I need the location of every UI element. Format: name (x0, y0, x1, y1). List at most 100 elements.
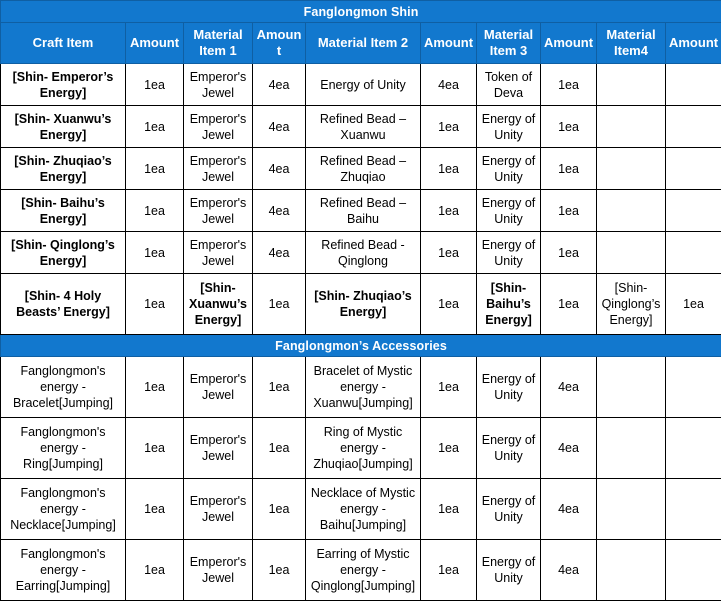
cell-amount-3: 1ea (421, 418, 477, 479)
cell-amount-4: 1ea (541, 190, 597, 232)
table-title-row: Fanglongmon Shin (1, 1, 721, 23)
cell-material-item-1: Emperor's Jewel (184, 418, 253, 479)
cell-material-item-2: Bracelet of Mystic energy - Xuanwu[Jumpi… (306, 357, 421, 418)
cell-craft-item: [Shin- Baihu’s Energy] (1, 190, 126, 232)
column-header-material-item-4: Material Item4 (597, 23, 666, 64)
table-row: [Shin- Baihu’s Energy] 1ea Emperor's Jew… (1, 190, 721, 232)
cell-material-item-1: [Shin- Xuanwu’s Energy] (184, 274, 253, 335)
cell-material-item-2: Earring of Mystic energy - Qinglong[Jump… (306, 540, 421, 601)
cell-material-item-3: Token of Deva (477, 64, 541, 106)
cell-amount-3: 1ea (421, 479, 477, 540)
cell-material-item-1: Emperor's Jewel (184, 232, 253, 274)
cell-amount-5 (666, 418, 721, 479)
cell-amount-5 (666, 190, 721, 232)
cell-amount-2: 4ea (253, 232, 306, 274)
table-row: [Shin- Zhuqiao’s Energy] 1ea Emperor's J… (1, 148, 721, 190)
cell-amount-4: 1ea (541, 148, 597, 190)
cell-amount-4: 1ea (541, 106, 597, 148)
cell-amount-3: 1ea (421, 232, 477, 274)
cell-amount-2: 4ea (253, 64, 306, 106)
column-header-amount-3: Amount (421, 23, 477, 64)
cell-material-item-3: Energy of Unity (477, 232, 541, 274)
cell-material-item-4 (597, 232, 666, 274)
cell-material-item-3: Energy of Unity (477, 357, 541, 418)
cell-craft-item: Fanglongmon's energy - Ring[Jumping] (1, 418, 126, 479)
cell-amount-5 (666, 540, 721, 601)
cell-amount-3: 4ea (421, 64, 477, 106)
cell-material-item-2: Ring of Mystic energy - Zhuqiao[Jumping] (306, 418, 421, 479)
cell-material-item-4 (597, 357, 666, 418)
cell-amount-3: 1ea (421, 148, 477, 190)
cell-amount-5 (666, 106, 721, 148)
table-row: Fanglongmon's energy - Ring[Jumping] 1ea… (1, 418, 721, 479)
column-header-amount-5: Amount (666, 23, 721, 64)
table-row: Fanglongmon's energy - Necklace[Jumping]… (1, 479, 721, 540)
cell-amount-3: 1ea (421, 190, 477, 232)
cell-craft-item: [Shin- Xuanwu’s Energy] (1, 106, 126, 148)
cell-amount-5 (666, 148, 721, 190)
cell-amount-5 (666, 232, 721, 274)
cell-craft-item: [Shin- Qinglong’s Energy] (1, 232, 126, 274)
cell-material-item-3: [Shin- Baihu’s Energy] (477, 274, 541, 335)
cell-craft-item: [Shin- 4 Holy Beasts’ Energy] (1, 274, 126, 335)
section-header-accessories: Fanglongmon’s Accessories (1, 335, 721, 357)
cell-amount-5: 1ea (666, 274, 721, 335)
column-header-craft-item: Craft Item (1, 23, 126, 64)
cell-material-item-2: Refined Bead – Baihu (306, 190, 421, 232)
cell-amount-2: 1ea (253, 274, 306, 335)
column-header-material-item-1: Material Item 1 (184, 23, 253, 64)
cell-amount-4: 1ea (541, 232, 597, 274)
column-header-amount-1: Amount (126, 23, 184, 64)
cell-material-item-1: Emperor's Jewel (184, 106, 253, 148)
cell-material-item-2: Refined Bead - Qinglong (306, 232, 421, 274)
column-header-row: Craft Item Amount Material Item 1 Amount… (1, 23, 721, 64)
cell-material-item-1: Emperor's Jewel (184, 540, 253, 601)
cell-amount-3: 1ea (421, 106, 477, 148)
cell-material-item-1: Emperor's Jewel (184, 357, 253, 418)
column-header-material-item-3: Material Item 3 (477, 23, 541, 64)
table-row: Fanglongmon's energy - Bracelet[Jumping]… (1, 357, 721, 418)
cell-amount-2: 1ea (253, 418, 306, 479)
table-title: Fanglongmon Shin (1, 1, 721, 23)
cell-amount-5 (666, 357, 721, 418)
cell-material-item-4 (597, 479, 666, 540)
cell-material-item-3: Energy of Unity (477, 540, 541, 601)
cell-amount-4: 4ea (541, 479, 597, 540)
cell-amount-1: 1ea (126, 274, 184, 335)
cell-amount-2: 1ea (253, 357, 306, 418)
cell-amount-1: 1ea (126, 540, 184, 601)
cell-amount-2: 4ea (253, 148, 306, 190)
section-header-row: Fanglongmon’s Accessories (1, 335, 721, 357)
cell-craft-item: Fanglongmon's energy - Necklace[Jumping] (1, 479, 126, 540)
cell-amount-2: 4ea (253, 190, 306, 232)
cell-material-item-2: Refined Bead – Zhuqiao (306, 148, 421, 190)
column-header-amount-2: Amount (253, 23, 306, 64)
cell-material-item-1: Emperor's Jewel (184, 479, 253, 540)
cell-material-item-3: Energy of Unity (477, 479, 541, 540)
cell-amount-4: 4ea (541, 418, 597, 479)
cell-material-item-1: Emperor's Jewel (184, 148, 253, 190)
cell-material-item-4 (597, 418, 666, 479)
cell-amount-2: 1ea (253, 479, 306, 540)
cell-material-item-1: Emperor's Jewel (184, 64, 253, 106)
cell-craft-item: Fanglongmon's energy - Bracelet[Jumping] (1, 357, 126, 418)
cell-material-item-3: Energy of Unity (477, 148, 541, 190)
crafting-recipe-table: Fanglongmon Shin Craft Item Amount Mater… (0, 0, 721, 601)
cell-craft-item: Fanglongmon's energy - Earring[Jumping] (1, 540, 126, 601)
table-row: Fanglongmon's energy - Earring[Jumping] … (1, 540, 721, 601)
cell-amount-1: 1ea (126, 106, 184, 148)
cell-amount-1: 1ea (126, 479, 184, 540)
cell-amount-2: 1ea (253, 540, 306, 601)
cell-material-item-2: Energy of Unity (306, 64, 421, 106)
cell-material-item-3: Energy of Unity (477, 190, 541, 232)
cell-craft-item: [Shin- Zhuqiao’s Energy] (1, 148, 126, 190)
column-header-material-item-2: Material Item 2 (306, 23, 421, 64)
cell-craft-item: [Shin- Emperor’s Energy] (1, 64, 126, 106)
cell-material-item-4 (597, 106, 666, 148)
cell-amount-1: 1ea (126, 64, 184, 106)
cell-amount-3: 1ea (421, 540, 477, 601)
cell-material-item-4 (597, 64, 666, 106)
cell-amount-1: 1ea (126, 418, 184, 479)
cell-amount-3: 1ea (421, 357, 477, 418)
cell-material-item-3: Energy of Unity (477, 418, 541, 479)
